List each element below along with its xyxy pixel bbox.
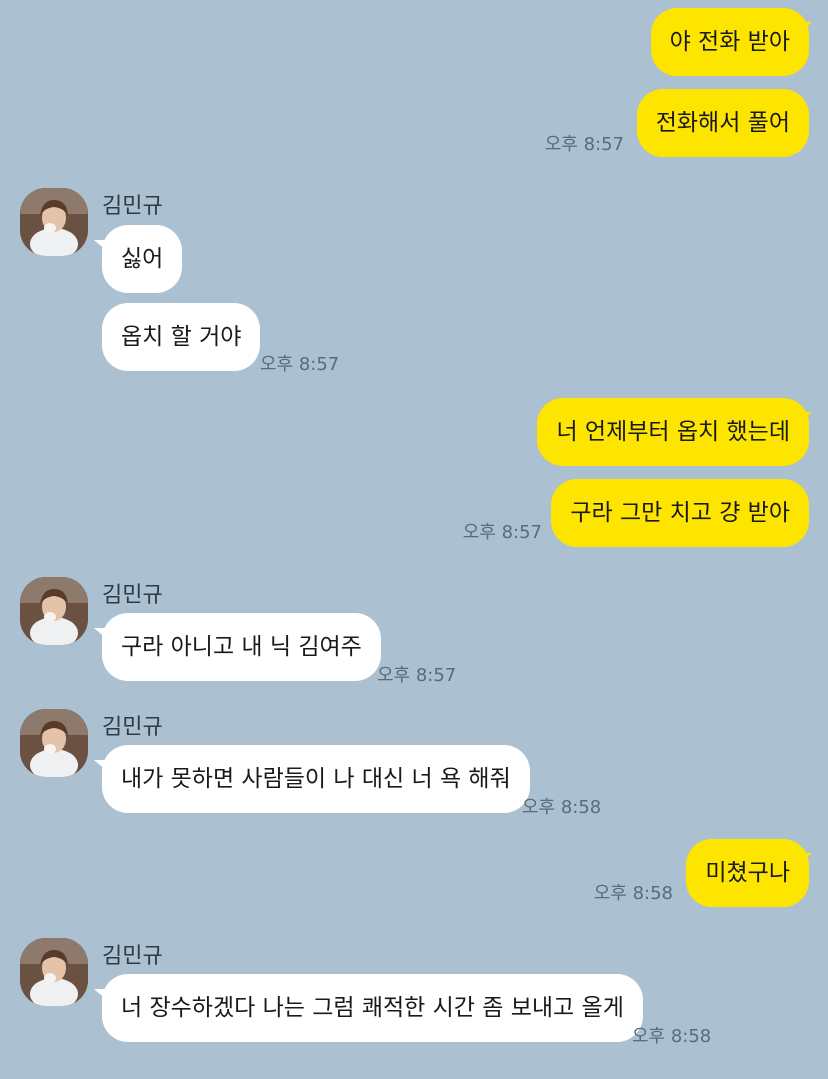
- message-bubble-outgoing[interactable]: 구라 그만 치고 걍 받아: [551, 479, 809, 547]
- message-bubble-incoming[interactable]: 싫어: [102, 225, 183, 293]
- message-timestamp: 오후 8:58: [632, 1026, 712, 1047]
- avatar-photo-icon: [20, 709, 88, 777]
- avatar-photo-icon: [20, 577, 88, 645]
- message-bubble-outgoing[interactable]: 미쳤구나: [686, 839, 809, 907]
- message-bubble-incoming[interactable]: 내가 못하면 사람들이 나 대신 너 욕 해줘: [102, 745, 530, 813]
- message-timestamp: 오후 8:58: [522, 797, 602, 818]
- message-bubble-incoming[interactable]: 구라 아니고 내 닉 김여주: [102, 613, 381, 681]
- contact-avatar[interactable]: [20, 709, 88, 777]
- contact-avatar[interactable]: [20, 188, 88, 256]
- avatar-photo-icon: [20, 938, 88, 1006]
- message-bubble-outgoing[interactable]: 야 전화 받아: [650, 8, 809, 76]
- message-timestamp: 오후 8:57: [462, 522, 542, 543]
- message-timestamp: 오후 8:57: [377, 665, 457, 686]
- contact-name: 김민규: [102, 944, 163, 969]
- message-timestamp: 오후 8:57: [544, 134, 624, 155]
- contact-name: 김민규: [102, 194, 163, 219]
- contact-name: 김민규: [102, 583, 163, 608]
- message-bubble-outgoing[interactable]: 너 언제부터 옵치 했는데: [537, 398, 809, 466]
- message-bubble-outgoing[interactable]: 전화해서 풀어: [636, 89, 809, 157]
- avatar-photo-icon: [20, 188, 88, 256]
- contact-avatar[interactable]: [20, 577, 88, 645]
- contact-name: 김민규: [102, 715, 163, 740]
- message-bubble-incoming[interactable]: 너 장수하겠다 나는 그럼 쾌적한 시간 좀 보내고 올게: [102, 974, 643, 1042]
- message-timestamp: 오후 8:57: [260, 354, 340, 375]
- contact-avatar[interactable]: [20, 938, 88, 1006]
- message-timestamp: 오후 8:58: [593, 883, 673, 904]
- message-bubble-incoming[interactable]: 옵치 할 거야: [102, 303, 261, 371]
